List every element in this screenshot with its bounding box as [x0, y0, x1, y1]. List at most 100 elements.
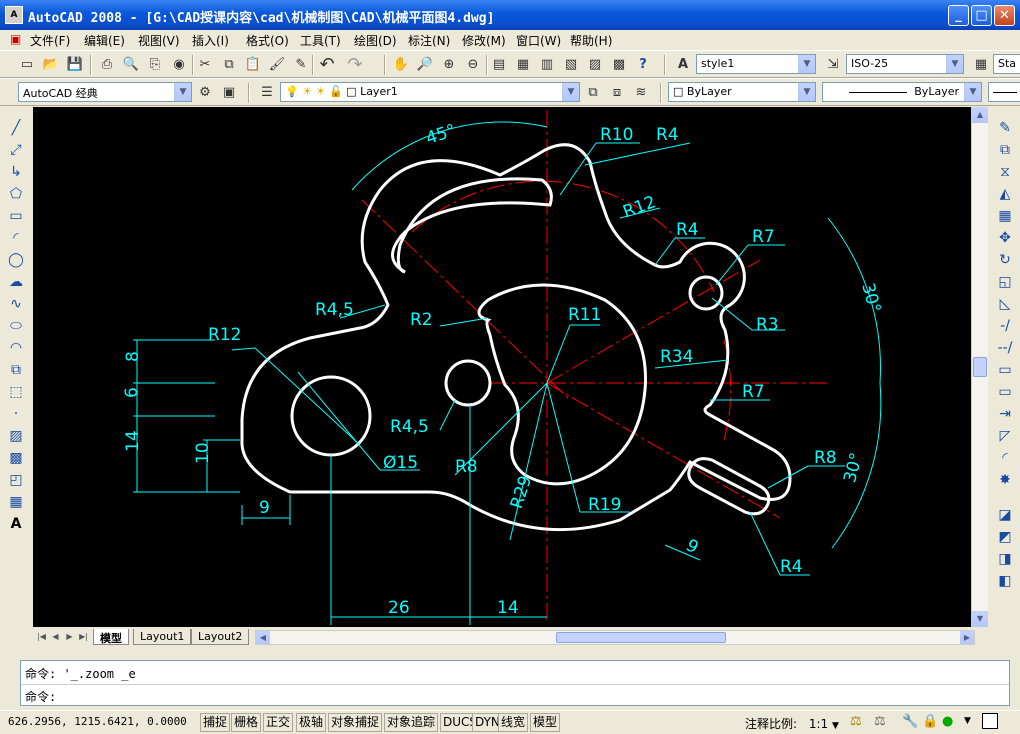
tab-layout2[interactable]: Layout2: [191, 629, 250, 645]
horizontal-scrollbar[interactable]: ◀ ▶: [255, 630, 975, 645]
chevron-down-icon[interactable]: ▼: [562, 83, 579, 101]
tool-palettes-icon[interactable]: ▥: [536, 54, 558, 76]
join-icon[interactable]: ⇥: [994, 404, 1016, 424]
toggle-ortho[interactable]: 正交: [263, 713, 294, 732]
menu-format[interactable]: 格式(O): [246, 32, 289, 49]
tab-next-icon[interactable]: ▶: [63, 630, 76, 643]
chevron-down-icon[interactable]: ▼: [946, 55, 963, 73]
linetype-select[interactable]: ByLayer ▼: [822, 82, 982, 102]
menu-draw[interactable]: 绘图(D): [354, 32, 397, 49]
draworder-above-icon[interactable]: ◨: [994, 549, 1016, 569]
break-at-point-icon[interactable]: ▭: [994, 360, 1016, 380]
layer-previous-icon[interactable]: ⧈: [606, 82, 628, 104]
chevron-down-icon[interactable]: ▼: [798, 83, 815, 101]
ellipse-arc-icon[interactable]: ◠: [5, 338, 27, 358]
pan-icon[interactable]: ✋: [390, 54, 412, 76]
lineweight-select[interactable]: [988, 82, 1020, 102]
tab-prev-icon[interactable]: ◀: [49, 630, 62, 643]
menu-insert[interactable]: 插入(I): [192, 32, 229, 49]
hatch-icon[interactable]: ▨: [5, 426, 27, 446]
menu-dimension[interactable]: 标注(N): [408, 32, 450, 49]
extend-icon[interactable]: --/: [994, 338, 1016, 358]
arc-icon[interactable]: ◜: [5, 228, 27, 248]
undo-icon[interactable]: ↶: [316, 54, 338, 76]
chevron-down-icon[interactable]: ▼: [832, 721, 839, 731]
plot-icon[interactable]: ⎙: [96, 54, 118, 76]
toolbar-lock-wrench-icon[interactable]: 🔧: [902, 714, 918, 729]
menu-modify[interactable]: 修改(M): [462, 32, 506, 49]
offset-icon[interactable]: ◭: [994, 184, 1016, 204]
tab-layout1[interactable]: Layout1: [133, 629, 192, 645]
chamfer-icon[interactable]: ◸: [994, 426, 1016, 446]
scroll-right-arrow-icon[interactable]: ▶: [960, 631, 974, 644]
text-style-select[interactable]: style1 ▼: [696, 54, 816, 74]
my-workspace-icon[interactable]: ▣: [218, 82, 240, 104]
dimension-style-select[interactable]: ISO-25 ▼: [846, 54, 964, 74]
stretch-icon[interactable]: ◺: [994, 294, 1016, 314]
mirror-icon[interactable]: ⧖: [994, 162, 1016, 182]
draworder-front-icon[interactable]: ◪: [994, 505, 1016, 525]
vertical-scrollbar[interactable]: ▲ ▼: [971, 107, 988, 627]
maximize-button[interactable]: □: [971, 5, 992, 26]
document-icon[interactable]: ▣: [10, 32, 21, 46]
array-icon[interactable]: ▦: [994, 206, 1016, 226]
scroll-up-arrow-icon[interactable]: ▲: [972, 107, 988, 123]
workspace-select[interactable]: AutoCAD 经典 ▼: [18, 82, 192, 102]
tab-last-icon[interactable]: ▶|: [77, 630, 90, 643]
drawing-area[interactable]: 45° R10 R4 R12 R4 R7 R3 R4,5 R2 R11 R34 …: [33, 107, 971, 627]
publish-icon[interactable]: ⎘: [144, 54, 166, 76]
tab-model[interactable]: 模型: [93, 629, 129, 645]
revision-cloud-icon[interactable]: ☁: [5, 272, 27, 292]
redo-icon[interactable]: ↷: [344, 54, 366, 76]
make-block-icon[interactable]: ⬚: [5, 382, 27, 402]
coordinate-readout[interactable]: 626.2956, 1215.6421, 0.0000: [8, 715, 187, 728]
cut-icon[interactable]: ✂: [194, 54, 216, 76]
copy-object-icon[interactable]: ⧉: [994, 140, 1016, 160]
new-file-icon[interactable]: ▭: [16, 54, 38, 76]
menu-view[interactable]: 视图(V): [138, 32, 180, 49]
menu-file[interactable]: 文件(F): [30, 32, 70, 49]
gradient-icon[interactable]: ▩: [5, 448, 27, 468]
break-icon[interactable]: ▭: [994, 382, 1016, 402]
polyline-icon[interactable]: ↳: [5, 162, 27, 182]
menu-edit[interactable]: 编辑(E): [84, 32, 125, 49]
scroll-down-arrow-icon[interactable]: ▼: [972, 611, 988, 627]
trim-icon[interactable]: -/: [994, 316, 1016, 336]
layer-states-icon[interactable]: ≋: [630, 82, 652, 104]
menu-window[interactable]: 窗口(W): [516, 32, 561, 49]
open-file-icon[interactable]: 📂: [40, 54, 62, 76]
auto-scale-icon[interactable]: ⚖: [874, 714, 886, 729]
calculator-icon[interactable]: ▩: [608, 54, 630, 76]
erase-icon[interactable]: ✎: [994, 118, 1016, 138]
chevron-down-icon[interactable]: ▼: [798, 55, 815, 73]
menu-help[interactable]: 帮助(H): [570, 32, 612, 49]
rectangle-icon[interactable]: ▭: [5, 206, 27, 226]
horizontal-scroll-thumb[interactable]: [556, 632, 726, 643]
lock-icon[interactable]: 🔒: [922, 714, 938, 729]
chevron-down-icon[interactable]: ▼: [174, 83, 191, 101]
annotation-visibility-icon[interactable]: ⚖: [850, 714, 862, 729]
region-icon[interactable]: ◰: [5, 470, 27, 490]
annotation-scale-value[interactable]: 1:1: [809, 717, 828, 731]
fillet-icon[interactable]: ◜: [994, 448, 1016, 468]
close-button[interactable]: ✕: [994, 5, 1015, 26]
toggle-lineweight[interactable]: 线宽: [498, 713, 529, 732]
block-editor-icon[interactable]: ✎: [290, 54, 312, 76]
spline-icon[interactable]: ∿: [5, 294, 27, 314]
zoom-window-icon[interactable]: ⊕: [438, 54, 460, 76]
circle-icon[interactable]: ◯: [5, 250, 27, 270]
line-icon[interactable]: ╱: [5, 118, 27, 138]
table-icon[interactable]: ▦: [5, 492, 27, 512]
make-object-layer-current-icon[interactable]: ⧉: [582, 82, 604, 104]
markup-icon[interactable]: ▨: [584, 54, 606, 76]
match-properties-icon[interactable]: 🖌: [266, 54, 288, 76]
insert-block-icon[interactable]: ⧉: [5, 360, 27, 380]
table-style-select[interactable]: Sta: [993, 54, 1020, 74]
move-icon[interactable]: ✥: [994, 228, 1016, 248]
polygon-icon[interactable]: ⬠: [5, 184, 27, 204]
point-icon[interactable]: ·: [5, 404, 27, 424]
draworder-under-icon[interactable]: ◧: [994, 571, 1016, 591]
save-icon[interactable]: 💾: [64, 54, 86, 76]
table-style-icon[interactable]: ▦: [970, 54, 992, 76]
copy-icon[interactable]: ⧉: [218, 54, 240, 76]
